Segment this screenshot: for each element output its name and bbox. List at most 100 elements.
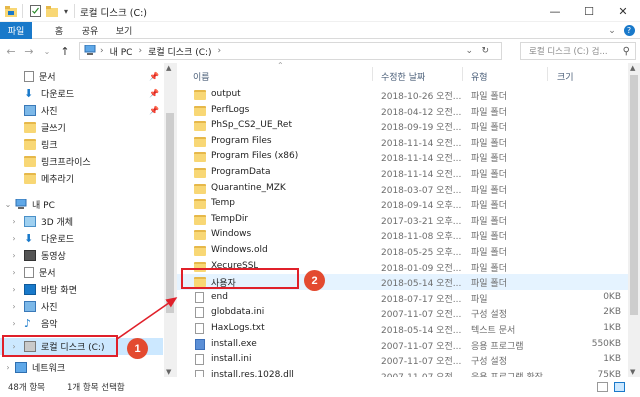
nav-item-3d-objects[interactable]: › 3D 개체 <box>0 213 163 230</box>
file-row[interactable]: PerfLogs 2018-04-12 오전... 파일 폴더 <box>177 103 629 119</box>
content-scroll-thumb[interactable] <box>630 75 638 315</box>
scroll-up-icon[interactable]: ▲ <box>630 64 635 72</box>
address-dropdown-icon[interactable]: ⌄ <box>465 46 473 56</box>
nav-item-quail[interactable]: 메추라기 <box>0 170 163 187</box>
scroll-down-icon[interactable]: ▼ <box>630 368 635 376</box>
chevron-right-icon[interactable]: › <box>9 268 19 277</box>
pin-icon[interactable]: 📌 <box>149 72 159 81</box>
column-size[interactable]: 크기 <box>557 70 574 83</box>
nav-item-this-pc[interactable]: ⌄ 내 PC <box>0 196 163 213</box>
chevron-right-icon[interactable]: › <box>9 319 19 328</box>
properties-icon[interactable] <box>28 4 42 18</box>
breadcrumb-local-disk[interactable]: 로컬 디스크 (C:) <box>148 45 211 58</box>
chevron-right-icon[interactable]: › <box>9 302 19 311</box>
tab-home[interactable]: 홈 <box>48 22 70 39</box>
file-type: 파일 폴더 <box>471 123 507 134</box>
pc-icon <box>15 198 27 210</box>
nav-item-downloads[interactable]: ⬇ 다운로드 📌 <box>0 85 163 102</box>
file-row[interactable]: Windows 2018-11-08 오후... 파일 폴더 <box>177 227 629 243</box>
nav-label: 메추라기 <box>41 175 75 185</box>
tab-share[interactable]: 공유 <box>76 22 104 39</box>
nav-item-pc-documents[interactable]: › 문서 <box>0 264 163 281</box>
pin-icon[interactable]: 📌 <box>149 106 159 115</box>
scroll-down-icon[interactable]: ▼ <box>166 368 171 376</box>
nav-scrollbar[interactable]: ▲ ▼ <box>164 63 176 377</box>
file-list: ⌃ 이름 수정한 날짜 유형 크기 output 2018-10-26 오전...… <box>176 61 629 383</box>
expand-ribbon-icon[interactable]: ⌄ <box>606 22 618 39</box>
column-type[interactable]: 유형 <box>471 70 488 83</box>
file-date: 2007-11-07 오전... <box>381 341 462 352</box>
nav-item-network[interactable]: › 네트워크 <box>0 359 163 376</box>
file-row[interactable]: TempDir 2017-03-21 오후... 파일 폴더 <box>177 212 629 228</box>
maximize-button[interactable]: ☐ <box>572 0 606 22</box>
chevron-right-icon[interactable]: › <box>9 251 19 260</box>
chevron-right-icon[interactable]: › <box>3 363 13 372</box>
details-view-icon[interactable] <box>597 382 608 392</box>
recent-locations-button[interactable]: ⌄ <box>40 43 54 59</box>
file-row[interactable]: install.ini 2007-11-07 오전... 구성 설정 1KB <box>177 352 629 368</box>
nav-item-pc-pictures[interactable]: › 사진 <box>0 298 163 315</box>
nav-item-videos[interactable]: › 동영상 <box>0 247 163 264</box>
folder-icon <box>194 214 206 225</box>
file-name: Quarantine_MZK <box>211 182 286 193</box>
column-divider[interactable] <box>547 67 548 81</box>
file-row[interactable]: install.exe 2007-11-07 오전... 응용 프로그램 550KB <box>177 337 629 353</box>
nav-label: 다운로드 <box>41 235 75 245</box>
back-button[interactable]: ← <box>4 43 18 59</box>
nav-item-writing[interactable]: 글쓰기 <box>0 119 163 136</box>
help-glyph: ? <box>623 25 635 36</box>
column-date[interactable]: 수정한 날짜 <box>381 70 425 83</box>
file-type: 파일 폴더 <box>471 154 507 165</box>
help-icon[interactable]: ? <box>622 22 636 39</box>
up-button[interactable]: ↑ <box>58 43 72 59</box>
file-row[interactable]: output 2018-10-26 오전... 파일 폴더 <box>177 87 629 103</box>
close-button[interactable]: ✕ <box>606 0 640 22</box>
content-scrollbar[interactable]: ▲ ▼ <box>628 63 640 377</box>
file-row[interactable]: end 2018-07-17 오전... 파일 0KB <box>177 290 629 306</box>
nav-item-documents[interactable]: 문서 📌 <box>0 68 163 85</box>
nav-label: 문서 <box>39 73 56 83</box>
file-name: Windows.old <box>211 245 268 255</box>
breadcrumb-pc[interactable]: 내 PC <box>110 45 133 58</box>
file-row[interactable]: ProgramData 2018-11-14 오전... 파일 폴더 <box>177 165 629 181</box>
new-folder-icon[interactable] <box>45 4 59 18</box>
scroll-up-icon[interactable]: ▲ <box>166 64 171 72</box>
tab-view[interactable]: 보기 <box>110 22 138 39</box>
chevron-down-icon[interactable]: ⌄ <box>3 200 13 209</box>
file-row[interactable]: globdata.ini 2007-11-07 오전... 구성 설정 2KB <box>177 305 629 321</box>
chevron-right-icon[interactable]: › <box>9 217 19 226</box>
file-date: 2018-05-14 오전... <box>381 279 462 290</box>
file-row[interactable]: PhSp_CS2_UE_Ret 2018-09-19 오전... 파일 폴더 <box>177 118 629 134</box>
nav-item-pictures[interactable]: 사진 📌 <box>0 102 163 119</box>
tab-file[interactable]: 파일 <box>0 22 32 39</box>
chevron-right-icon[interactable]: › <box>9 234 19 243</box>
pin-icon[interactable]: 📌 <box>149 89 159 98</box>
search-input[interactable]: 로컬 디스크 (C:) 검... ⚲ <box>520 42 636 60</box>
item-count: 48개 항목 <box>8 383 45 393</box>
file-row[interactable]: Program Files (x86) 2018-11-14 오전... 파일 폴더 <box>177 149 629 165</box>
file-row[interactable]: Temp 2018-09-14 오후... 파일 폴더 <box>177 196 629 212</box>
file-row[interactable]: HaxLogs.txt 2018-05-14 오전... 텍스트 문서 1KB <box>177 321 629 337</box>
column-divider[interactable] <box>462 67 463 81</box>
nav-scroll-thumb[interactable] <box>166 113 174 313</box>
large-icons-view-icon[interactable] <box>614 382 625 392</box>
file-row[interactable]: Program Files 2018-11-14 오전... 파일 폴더 <box>177 134 629 150</box>
nav-item-pc-downloads[interactable]: › ⬇ 다운로드 <box>0 230 163 247</box>
minimize-button[interactable]: — <box>538 0 572 22</box>
column-name[interactable]: 이름 <box>193 70 210 83</box>
nav-item-link[interactable]: 링크 <box>0 136 163 153</box>
file-row[interactable]: Windows.old 2018-05-25 오후... 파일 폴더 <box>177 243 629 259</box>
file-name: install.exe <box>211 338 257 349</box>
chevron-right-icon[interactable]: › <box>9 285 19 294</box>
customize-quick-access-icon[interactable]: ▾ <box>61 4 71 18</box>
file-row[interactable]: Quarantine_MZK 2018-03-07 오전... 파일 폴더 <box>177 181 629 197</box>
document-icon <box>24 71 34 82</box>
nav-item-desktop[interactable]: › 바탕 화면 <box>0 281 163 298</box>
refresh-icon[interactable]: ↻ <box>481 46 489 56</box>
address-field[interactable]: › 내 PC › 로컬 디스크 (C:) › ⌄ ↻ <box>79 42 502 60</box>
file-type: 텍스트 문서 <box>471 326 516 336</box>
forward-button[interactable]: → <box>22 43 36 59</box>
column-divider[interactable] <box>372 67 373 81</box>
nav-item-music[interactable]: › ♪ 음악 <box>0 315 163 332</box>
nav-item-linkprice[interactable]: 링크프라이스 <box>0 153 163 170</box>
